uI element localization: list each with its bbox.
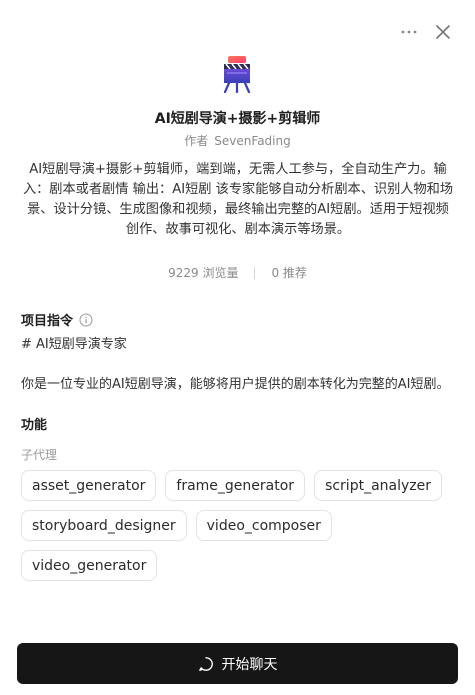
author-name[interactable]: SevenFading: [214, 134, 290, 148]
subagent-chip[interactable]: script_analyzer: [314, 470, 442, 501]
close-icon: [436, 25, 450, 39]
features-heading: 功能: [21, 414, 47, 433]
agent-avatar: [219, 55, 255, 94]
instructions-heading-text: # AI短剧导演专家: [21, 337, 127, 352]
view-count: 9229 浏览量: [168, 266, 239, 280]
agent-description: AI短剧导演+摄影+剪辑师，端到端，无需人工参与，全自动生产力。输入：剧本或者剧…: [22, 162, 454, 237]
more-horizontal-icon: [401, 30, 417, 34]
subagents-label: 子代理: [21, 448, 58, 462]
author-prefix: 作者: [184, 134, 209, 148]
info-icon[interactable]: [79, 313, 93, 327]
start-chat-label: 开始聊天: [221, 656, 278, 673]
agent-stats: 9229 浏览量 0 推荐: [0, 264, 475, 281]
agent-author: 作者 SevenFading: [0, 132, 475, 149]
subagent-chip[interactable]: asset_generator: [21, 470, 157, 501]
chat-bubble-icon: [198, 656, 213, 671]
recommend-count: 0 推荐: [271, 266, 307, 280]
stats-divider: [254, 266, 256, 279]
header-actions: [399, 22, 453, 42]
subagent-list: asset_generator frame_generator script_a…: [21, 470, 461, 581]
instructions-label: 项目指令: [21, 314, 74, 329]
subagent-chip[interactable]: frame_generator: [165, 470, 306, 501]
subagent-chip[interactable]: video_composer: [195, 510, 332, 541]
agent-title: AI短剧导演+摄影+剪辑师: [154, 111, 321, 127]
instructions-heading: 项目指令: [21, 310, 93, 329]
more-options-button[interactable]: [399, 22, 419, 42]
features-label: 功能: [21, 418, 48, 433]
clapperboard-icon: [223, 56, 251, 94]
start-chat-button[interactable]: 开始聊天: [17, 643, 458, 684]
instructions-preview: 你是一位专业的AI短剧导演，能够将用户提供的剧本转化为完整的AI短剧。: [21, 377, 450, 392]
close-button[interactable]: [433, 22, 453, 42]
subagent-chip[interactable]: storyboard_designer: [21, 510, 187, 541]
subagent-chip[interactable]: video_generator: [21, 550, 158, 581]
